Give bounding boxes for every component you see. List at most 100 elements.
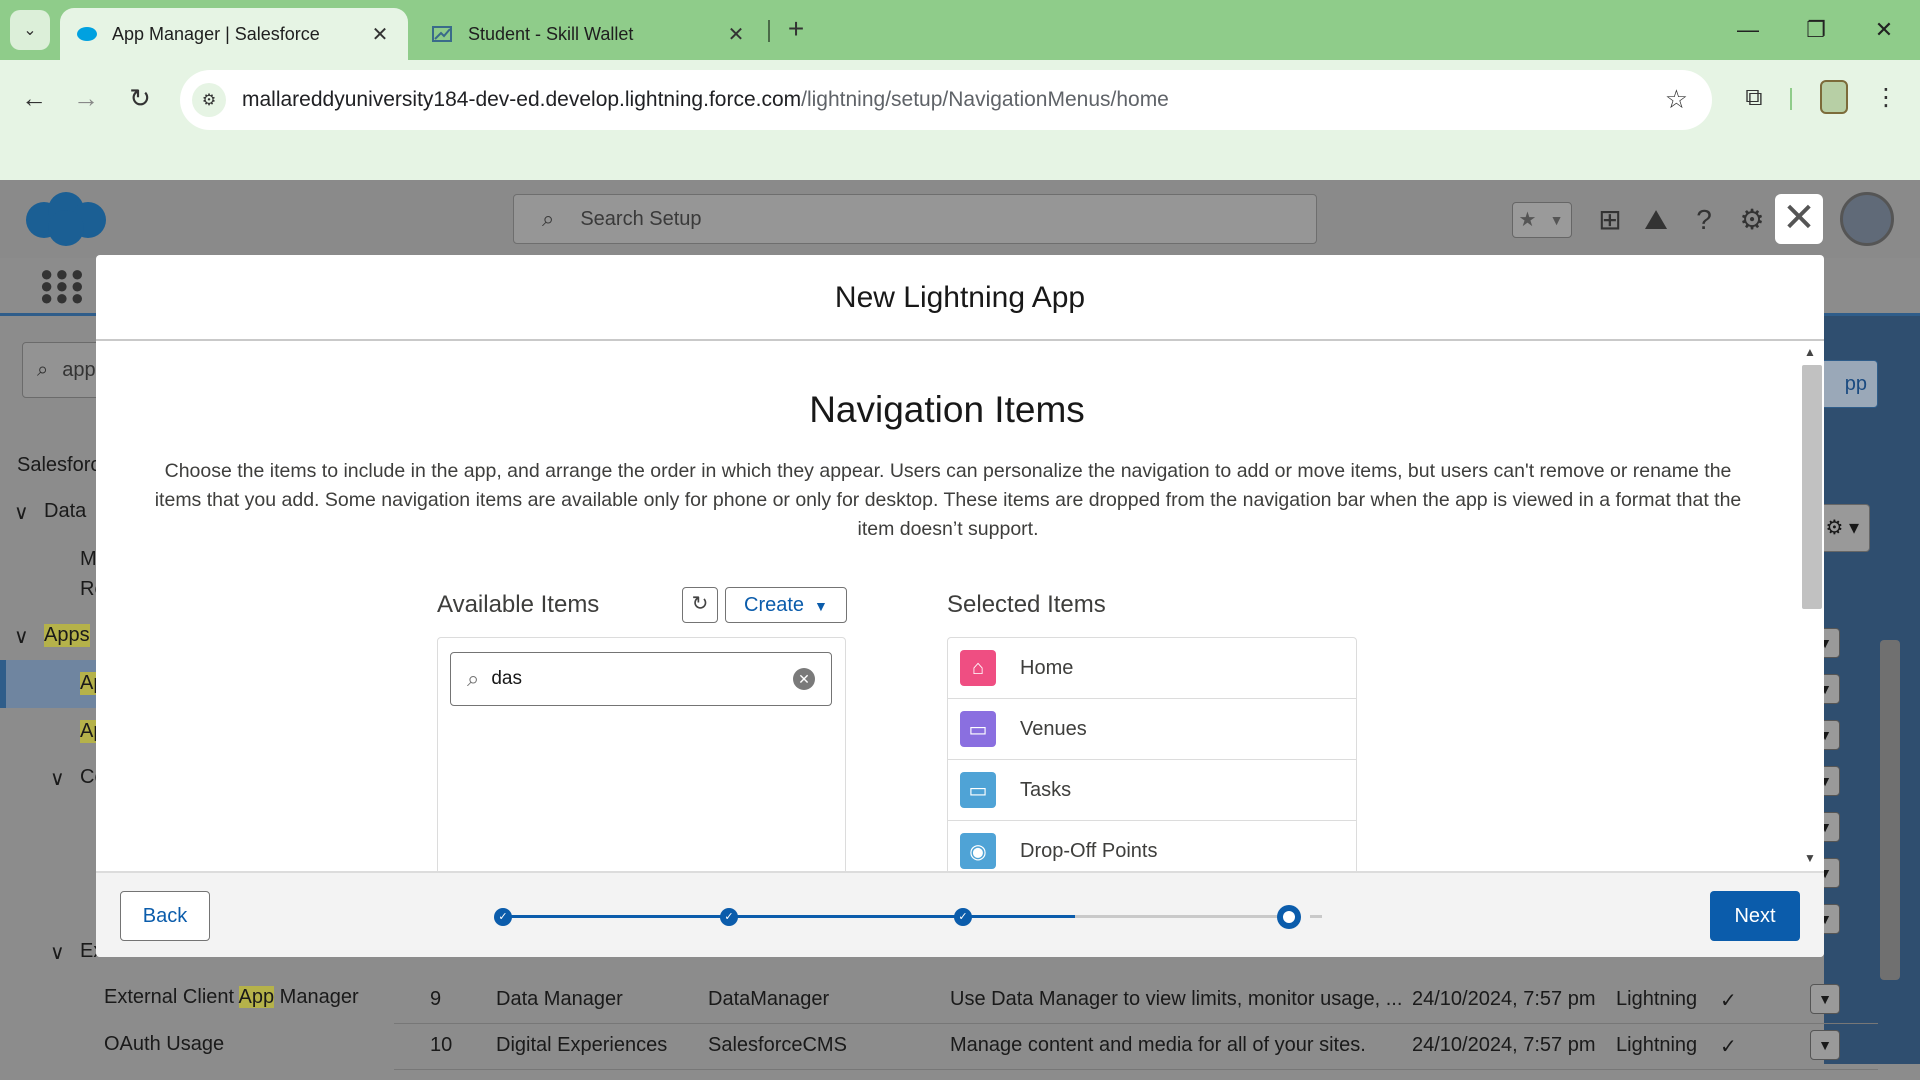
scrollbar-thumb[interactable] (1802, 365, 1822, 609)
modal-body: Navigation Items Choose the items to inc… (96, 341, 1824, 871)
forward-arrow-icon[interactable]: → (66, 78, 106, 118)
minimize-icon[interactable]: — (1728, 12, 1768, 48)
search-icon: ⌕ (467, 666, 480, 691)
sidebar-item-oauth-usage[interactable]: OAuth Usage (104, 1033, 224, 1056)
tab-title: App Manager | Salesforce (112, 23, 320, 44)
modal-close-icon[interactable]: ✕ (1775, 194, 1823, 244)
chevron-down-icon[interactable]: ∨ (14, 624, 29, 649)
chevron-down-icon[interactable]: ∨ (14, 500, 29, 525)
back-arrow-icon[interactable]: ← (14, 78, 54, 118)
selected-item-home[interactable]: ⌂ Home (948, 638, 1356, 699)
trailhead-icon[interactable]: ⛰ (1636, 200, 1676, 240)
selected-item-drop-off-points[interactable]: ◉ Drop-Off Points (948, 821, 1356, 871)
close-tab-icon[interactable]: ✕ (368, 22, 392, 47)
progress-step-complete-icon[interactable]: ✓ (494, 908, 512, 926)
global-actions-icon[interactable]: ⊞ (1590, 200, 1630, 240)
back-button[interactable]: Back (120, 891, 210, 941)
home-icon: ⌂ (960, 650, 996, 686)
create-button[interactable]: Create ▼ (725, 587, 847, 623)
restore-icon[interactable]: ❐ (1796, 12, 1836, 48)
chevron-down-icon[interactable]: ∨ (50, 766, 65, 791)
tab-title: Student - Skill Wallet (468, 23, 634, 44)
chart-favicon-icon (432, 26, 452, 42)
browser-tab-bar: ⌄ App Manager | Salesforce ✕ Student - S… (0, 0, 1920, 60)
salesforce-header: ⌕ Search Setup ★ ▼ ⊞ ⛰ ? ⚙ ✕ (0, 180, 1920, 258)
refresh-button[interactable]: ↻ (682, 587, 718, 623)
available-items-label: Available Items (437, 591, 600, 618)
row-menu-icon[interactable]: ▼ (1810, 1030, 1840, 1060)
laptop-icon: ▭ (960, 772, 996, 808)
address-bar[interactable]: ⚙ mallareddyuniversity184-dev-ed.develop… (180, 70, 1712, 130)
url-text: mallareddyuniversity184-dev-ed.develop.l… (242, 88, 1169, 111)
progress-step-current-icon[interactable] (1277, 905, 1301, 929)
selected-items-list: ⌂ Home ▭ Venues ▭ Tasks ◉ Drop-Off Point… (947, 637, 1357, 871)
selected-items-label: Selected Items (947, 591, 1106, 618)
quick-find-value: app (62, 358, 96, 381)
reload-icon[interactable]: ↻ (120, 78, 160, 118)
toolbar-divider (1790, 88, 1792, 110)
progress-step-complete-icon[interactable]: ✓ (720, 908, 738, 926)
salesforce-logo-icon (26, 192, 106, 246)
close-tab-icon[interactable]: ✕ (724, 22, 748, 47)
list-scrollbar[interactable] (1880, 640, 1900, 980)
progress-remaining-line (1310, 915, 1322, 918)
clear-search-icon[interactable]: ✕ (793, 668, 815, 690)
selected-item-venues[interactable]: ▭ Venues (948, 699, 1356, 760)
gear-icon: ⚙ ▾ (1825, 517, 1859, 539)
setup-search-placeholder: Search Setup (580, 207, 702, 230)
progress-remaining-line (1075, 915, 1299, 918)
step-title: Navigation Items (809, 389, 1085, 430)
profile-icon[interactable] (1820, 80, 1848, 114)
next-button[interactable]: Next (1710, 891, 1800, 941)
selected-item-tasks[interactable]: ▭ Tasks (948, 760, 1356, 821)
chevron-down-icon: ⌄ (23, 22, 37, 39)
tab-separator (768, 20, 770, 42)
favorites-group[interactable]: ★ ▼ (1512, 202, 1572, 238)
scroll-down-icon[interactable]: ▼ (1804, 851, 1816, 865)
refresh-icon: ↻ (691, 593, 709, 615)
search-icon: ⌕ (37, 358, 49, 381)
progress-step-complete-icon[interactable]: ✓ (954, 908, 972, 926)
available-items-list: ⌕ das ✕ (437, 637, 846, 871)
help-icon[interactable]: ? (1684, 200, 1724, 240)
table-row[interactable]: 10 Digital Experiences SalesforceCMS Man… (394, 1024, 1878, 1070)
modal-footer: Back ✓ ✓ ✓ Next (96, 871, 1824, 957)
sidebar-item-data[interactable]: Data (44, 500, 86, 523)
site-info-icon[interactable]: ⚙ (192, 83, 226, 117)
create-label: Create (744, 594, 805, 616)
apps-table: 9 Data Manager DataManager Use Data Mana… (394, 940, 1878, 1070)
browser-toolbar: ← → ↻ ⚙ mallareddyuniversity184-dev-ed.d… (0, 60, 1920, 180)
sidebar-item-apps[interactable]: Apps (44, 624, 90, 647)
new-lightning-app-modal: New Lightning App Navigation Items Choos… (96, 255, 1824, 957)
salesforce-favicon-icon (77, 27, 97, 41)
favorites-star-icon[interactable]: ★ (1513, 203, 1542, 237)
tab-app-manager[interactable]: App Manager | Salesforce ✕ (60, 8, 408, 60)
user-avatar[interactable] (1840, 192, 1894, 246)
favorites-dropdown-icon[interactable]: ▼ (1542, 203, 1571, 237)
available-items-search-input[interactable]: ⌕ das ✕ (450, 652, 832, 706)
row-menu-icon[interactable]: ▼ (1810, 984, 1840, 1014)
sidebar-item-external-client-app-manager[interactable]: External Client App Manager (104, 986, 359, 1009)
setup-search-input[interactable]: ⌕ Search Setup (513, 194, 1317, 244)
new-tab-button[interactable]: + (780, 14, 812, 46)
window-close-icon[interactable]: ✕ (1864, 12, 1904, 48)
tab-skill-wallet[interactable]: Student - Skill Wallet ✕ (416, 8, 764, 60)
setup-gear-icon[interactable]: ⚙ (1732, 200, 1772, 240)
app-launcher-icon[interactable]: ●●● ●●● ●●● (40, 263, 84, 309)
tab-search-button[interactable]: ⌄ (10, 10, 50, 50)
scroll-up-icon[interactable]: ▲ (1804, 345, 1816, 359)
bookmark-star-icon[interactable]: ☆ (1665, 84, 1688, 115)
browser-menu-icon[interactable]: ⋮ (1866, 78, 1906, 118)
caret-down-icon: ▼ (814, 598, 828, 614)
sidebar-item-data-sub[interactable]: M (80, 548, 97, 571)
modal-scrollbar[interactable]: ▲ ▼ (1798, 341, 1824, 871)
table-row[interactable]: 9 Data Manager DataManager Use Data Mana… (394, 978, 1878, 1024)
step-description: Choose the items to include in the app, … (154, 460, 1742, 540)
camera-icon: ◉ (960, 833, 996, 869)
progress-completed-line (503, 915, 1075, 918)
search-value: das (491, 668, 522, 689)
extensions-icon[interactable]: ⧉ (1734, 78, 1774, 118)
chevron-down-icon[interactable]: ∨ (50, 940, 65, 965)
monitor-icon: ▭ (960, 711, 996, 747)
progress-indicator: ✓ ✓ ✓ (494, 899, 1444, 935)
